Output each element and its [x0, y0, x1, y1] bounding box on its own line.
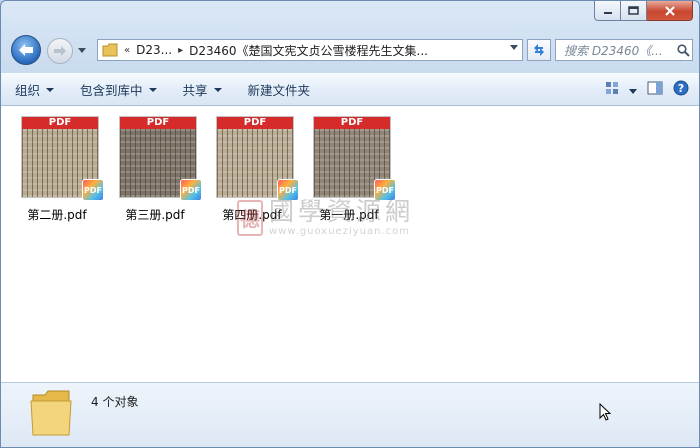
- address-dropdown-icon[interactable]: [510, 45, 518, 50]
- breadcrumb-item-current[interactable]: D23460《楚国文宪文贞公雪楼程先生文集...: [189, 42, 428, 59]
- back-button[interactable]: [11, 35, 41, 65]
- caption-buttons: [594, 1, 693, 21]
- address-bar[interactable]: « D23... ▸ D23460《楚国文宪文贞公雪楼程先生文集...: [97, 39, 523, 61]
- pdf-band: PDF: [314, 117, 390, 129]
- breadcrumb-overflow[interactable]: «: [118, 45, 136, 56]
- pdf-thumbnail: PDF PDF: [21, 116, 104, 201]
- maximize-button[interactable]: [621, 1, 647, 21]
- pdf-band: PDF: [120, 117, 196, 129]
- close-icon: [664, 5, 675, 16]
- view-dropdown-icon[interactable]: [629, 83, 637, 97]
- file-name[interactable]: 第二册.pdf: [13, 206, 101, 223]
- chevron-down-icon: [213, 87, 222, 92]
- svg-text:?: ?: [678, 82, 684, 95]
- back-arrow-icon: [19, 44, 33, 56]
- explorer-window: « D23... ▸ D23460《楚国文宪文贞公雪楼程先生文集... 搜索 D…: [0, 0, 700, 448]
- pdf-badge-icon: PDF: [180, 179, 202, 201]
- refresh-button[interactable]: [527, 39, 551, 61]
- mouse-cursor-icon: [599, 403, 611, 421]
- share-label: 共享: [182, 83, 208, 98]
- folder-icon: [102, 43, 118, 57]
- share-menu[interactable]: 共享: [183, 80, 222, 99]
- watermark-text: 國學資源網 www.guoxueziyuan.com: [269, 197, 415, 238]
- command-bar: 组织 包含到库中 共享 新建文件夹 ?: [1, 73, 699, 106]
- pdf-thumbnail: PDF PDF: [313, 116, 396, 201]
- include-library-label: 包含到库中: [80, 83, 143, 98]
- search-input[interactable]: 搜索 D23460《...: [556, 42, 674, 59]
- chevron-down-icon: [78, 47, 86, 53]
- new-folder-label: 新建文件夹: [247, 83, 311, 98]
- folder-icon: [30, 390, 72, 436]
- file-name[interactable]: 第三册.pdf: [111, 206, 199, 223]
- minimize-icon: [603, 11, 612, 14]
- search-box[interactable]: 搜索 D23460《...: [555, 39, 693, 61]
- include-in-library-menu[interactable]: 包含到库中: [80, 80, 157, 99]
- view-options-icon[interactable]: [605, 81, 619, 98]
- pdf-band: PDF: [217, 117, 293, 129]
- organize-menu[interactable]: 组织: [15, 80, 55, 99]
- new-folder-button[interactable]: 新建文件夹: [248, 80, 311, 99]
- search-icon[interactable]: [674, 43, 692, 57]
- organize-label: 组织: [15, 83, 41, 98]
- watermark: 德 國學資源網 www.guoxueziyuan.com: [237, 198, 414, 237]
- item-count: 4 个对象: [91, 395, 139, 409]
- breadcrumb-item[interactable]: D23...: [136, 43, 172, 57]
- breadcrumb-separator-icon[interactable]: ▸: [172, 45, 189, 56]
- maximize-icon: [628, 6, 639, 15]
- watermark-url: www.guoxueziyuan.com: [269, 226, 410, 237]
- close-button[interactable]: [647, 1, 693, 21]
- navigation-bar: « D23... ▸ D23460《楚国文宪文贞公雪楼程先生文集... 搜索 D…: [9, 35, 693, 65]
- help-icon[interactable]: ?: [673, 80, 689, 99]
- preview-pane-icon[interactable]: [647, 81, 663, 98]
- pdf-badge-icon: PDF: [82, 179, 104, 201]
- chevron-down-icon: [148, 87, 157, 92]
- details-pane: 4 个对象: [1, 382, 699, 447]
- forward-arrow-icon: [54, 46, 66, 56]
- recent-pages-dropdown[interactable]: [77, 45, 87, 55]
- watermark-seal-icon: 德: [237, 199, 263, 236]
- file-list[interactable]: PDF PDF 第二册.pdf PDF PDF 第三册.pdf PDF PDF …: [1, 106, 699, 382]
- pdf-thumbnail: PDF PDF: [119, 116, 202, 201]
- forward-button[interactable]: [47, 38, 73, 64]
- pdf-thumbnail: PDF PDF: [216, 116, 299, 201]
- refresh-icon: [534, 44, 544, 56]
- view-controls: ?: [595, 80, 689, 99]
- file-item[interactable]: PDF PDF 第三册.pdf: [111, 114, 202, 226]
- pdf-band: PDF: [22, 117, 98, 129]
- minimize-button[interactable]: [594, 1, 621, 21]
- file-item[interactable]: PDF PDF 第二册.pdf: [13, 114, 104, 226]
- chevron-down-icon: [46, 87, 55, 92]
- watermark-title: 國學資源網: [269, 197, 415, 226]
